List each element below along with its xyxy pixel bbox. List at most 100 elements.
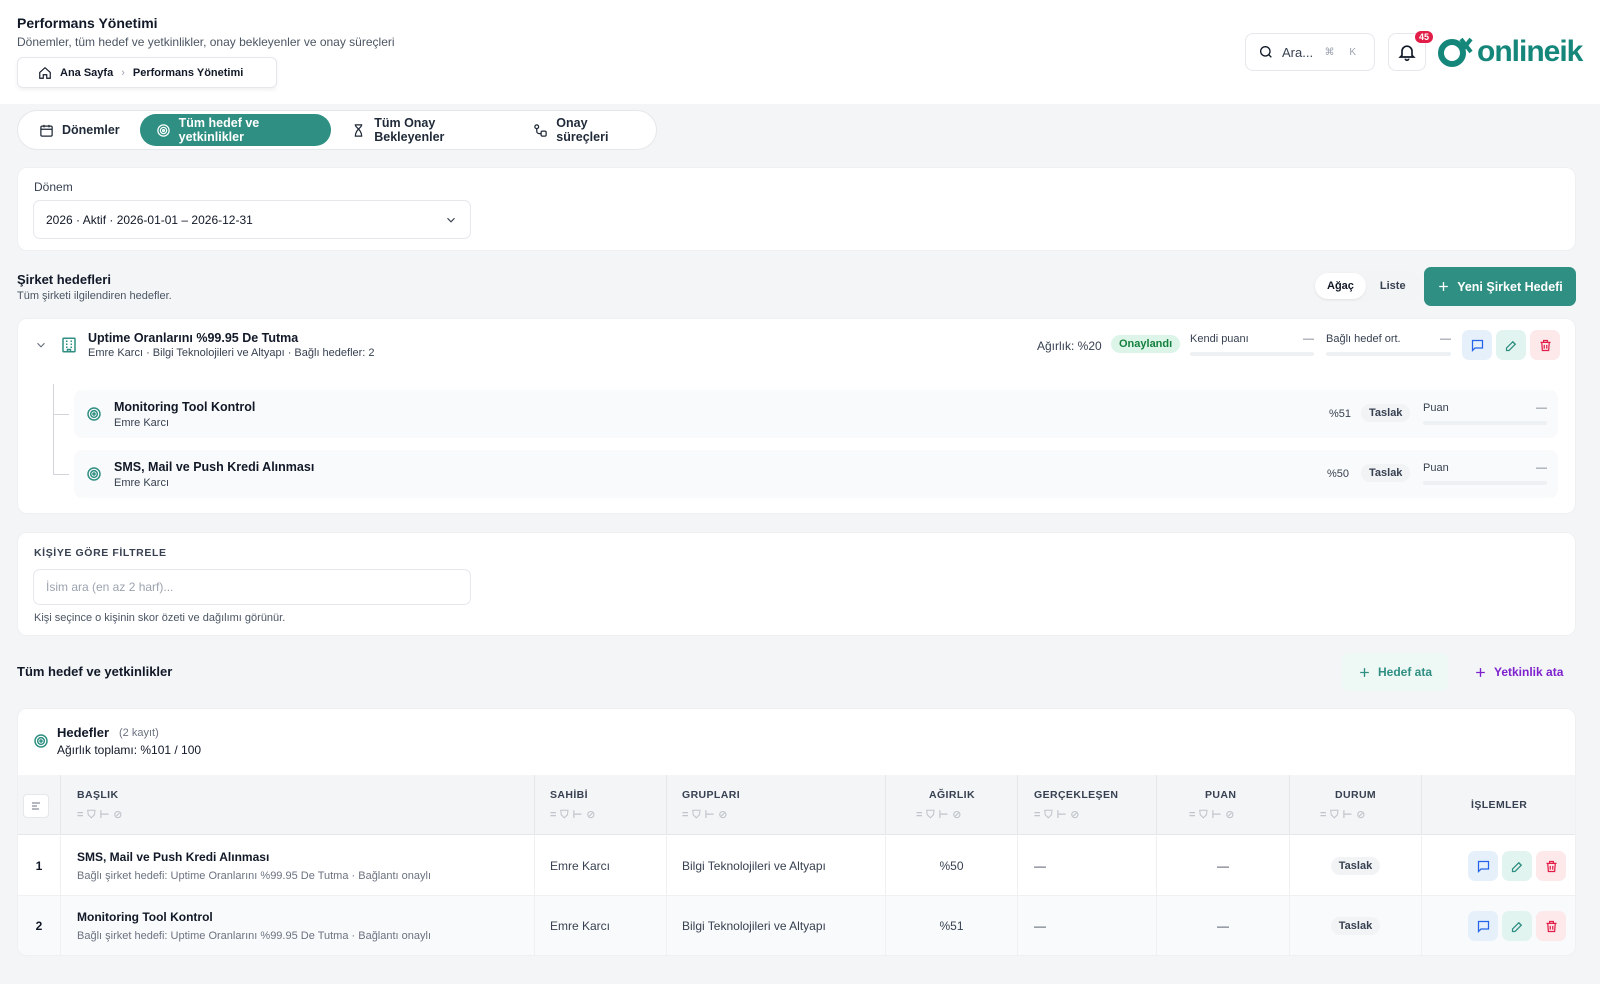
person-filter-title: KİŞİYE GÖRE FİLTRELE bbox=[34, 547, 167, 559]
column-title[interactable]: BAŞLIK = ⛉ ⊢ ⊘ bbox=[61, 775, 535, 835]
child-goal-owner: Emre Karcı bbox=[114, 417, 170, 429]
column-tools-icon: = ⛉ ⊢ ⊘ bbox=[1034, 809, 1080, 821]
row-actual: — bbox=[1018, 896, 1157, 955]
logo-mark-icon bbox=[1437, 35, 1475, 69]
column-score[interactable]: PUAN = ⛉ ⊢ ⊘ bbox=[1157, 775, 1290, 835]
company-goal-meta: Emre Karcı · Bilgi Teknolojileri ve Alty… bbox=[88, 347, 375, 359]
view-tree-button[interactable]: Ağaç bbox=[1315, 273, 1366, 299]
target-icon bbox=[86, 466, 102, 482]
person-search-placeholder: İsim ara (en az 2 harf)... bbox=[46, 580, 174, 594]
edit-icon bbox=[1504, 338, 1519, 353]
expand-chevron-icon[interactable] bbox=[34, 338, 48, 352]
menu-lines-icon bbox=[23, 794, 49, 818]
company-goals-subtitle: Tüm şirketi ilgilendiren hedefler. bbox=[17, 290, 172, 302]
child-goal-weight: %50 bbox=[1327, 468, 1350, 480]
column-groups[interactable]: GRUPLARI = ⛉ ⊢ ⊘ bbox=[667, 775, 886, 835]
column-tools-icon: = ⛉ ⊢ ⊘ bbox=[550, 809, 596, 821]
section-tabs: Dönemler Tüm hedef ve yetkinlikler Tüm O… bbox=[17, 110, 657, 150]
column-tools-icon: = ⛉ ⊢ ⊘ bbox=[916, 809, 962, 821]
column-status[interactable]: DURUM = ⛉ ⊢ ⊘ bbox=[1290, 775, 1422, 835]
row-linked-goal: Bağlı şirket hedefi: Uptime Oranlarını %… bbox=[77, 930, 432, 942]
column-label: GERÇEKLEŞEN bbox=[1034, 789, 1119, 801]
row-status-cell: Taslak bbox=[1290, 896, 1422, 955]
search-icon bbox=[1258, 44, 1274, 60]
row-group: Bilgi Teknolojileri ve Altyapı bbox=[667, 836, 886, 896]
table-row[interactable]: 1 SMS, Mail ve Push Kredi Alınması Bağlı… bbox=[18, 836, 1575, 896]
column-weight[interactable]: AĞIRLIK = ⛉ ⊢ ⊘ bbox=[886, 775, 1018, 835]
edit-button[interactable] bbox=[1496, 330, 1526, 360]
new-company-goal-button[interactable]: Yeni Şirket Hedefi bbox=[1424, 267, 1576, 306]
chevron-right-icon: › bbox=[121, 66, 125, 79]
column-label: GRUPLARI bbox=[682, 789, 741, 801]
delete-button[interactable] bbox=[1530, 330, 1560, 360]
logo-wordmark: onlineik bbox=[1477, 35, 1583, 68]
all-goals-title: Tüm hedef ve yetkinlikler bbox=[17, 664, 173, 679]
linked-average-label: Bağlı hedef ort. bbox=[1326, 333, 1401, 345]
column-label: AĞIRLIK bbox=[929, 789, 975, 801]
notifications-button[interactable]: 45 bbox=[1388, 31, 1433, 71]
linked-average-bar bbox=[1326, 352, 1451, 356]
assign-goal-button[interactable]: Hedef ata bbox=[1342, 653, 1449, 691]
status-badge: Taslak bbox=[1361, 464, 1411, 482]
tree-branch bbox=[53, 414, 69, 415]
child-score: Puan — bbox=[1423, 402, 1547, 425]
tab-periods[interactable]: Dönemler bbox=[23, 114, 136, 146]
delete-button[interactable] bbox=[1536, 851, 1566, 881]
row-title[interactable]: Monitoring Tool Kontrol bbox=[77, 910, 213, 924]
company-goal-weight: Ağırlık: %20 bbox=[1037, 339, 1102, 353]
child-goal-title: Monitoring Tool Kontrol bbox=[114, 400, 256, 414]
goals-table-count: (2 kayıt) bbox=[119, 727, 159, 739]
search-button[interactable]: Ara... ⌘ K bbox=[1245, 33, 1375, 71]
target-icon bbox=[33, 733, 49, 749]
tab-all-goals[interactable]: Tüm hedef ve yetkinlikler bbox=[139, 114, 332, 146]
table-row[interactable]: 2 Monitoring Tool Kontrol Bağlı şirket h… bbox=[18, 896, 1575, 955]
row-number: 2 bbox=[18, 896, 61, 955]
chevron-down-icon bbox=[444, 213, 458, 227]
trash-icon bbox=[1544, 859, 1559, 874]
edit-button[interactable] bbox=[1502, 911, 1532, 941]
row-title[interactable]: SMS, Mail ve Push Kredi Alınması bbox=[77, 850, 269, 864]
company-goals-title: Şirket hedefleri bbox=[17, 272, 111, 287]
comment-button[interactable] bbox=[1462, 330, 1492, 360]
goals-weight-total: Ağırlık toplamı: %101 / 100 bbox=[57, 743, 202, 757]
column-actual[interactable]: GERÇEKLEŞEN = ⛉ ⊢ ⊘ bbox=[1018, 775, 1157, 835]
delete-button[interactable] bbox=[1536, 911, 1566, 941]
tab-approval-processes[interactable]: Onay süreçleri bbox=[517, 114, 651, 146]
tab-label: Dönemler bbox=[62, 123, 120, 137]
company-goal-title[interactable]: Uptime Oranlarını %99.95 De Tutma bbox=[88, 331, 298, 345]
period-select[interactable]: 2026 · Aktif · 2026-01-01 – 2026-12-31 bbox=[33, 200, 471, 239]
child-score-bar bbox=[1423, 421, 1547, 425]
comment-button[interactable] bbox=[1468, 851, 1498, 881]
person-filter-hint: Kişi seçince o kişinin skor özeti ve dağ… bbox=[34, 612, 286, 624]
column-tools-icon: = ⛉ ⊢ ⊘ bbox=[1189, 809, 1235, 821]
column-label: SAHİBİ bbox=[550, 789, 588, 801]
trash-icon bbox=[1538, 338, 1553, 353]
column-label: İŞLEMLER bbox=[1471, 799, 1528, 811]
child-goal-row[interactable]: SMS, Mail ve Push Kredi Alınması Emre Ka… bbox=[74, 450, 1558, 498]
comment-icon bbox=[1470, 338, 1485, 353]
row-actions bbox=[1422, 836, 1575, 896]
child-score-label: Puan bbox=[1423, 402, 1449, 414]
row-number: 1 bbox=[18, 836, 61, 896]
comment-button[interactable] bbox=[1468, 911, 1498, 941]
assign-competency-button[interactable]: Yetkinlik ata bbox=[1458, 653, 1579, 691]
row-title-cell: Monitoring Tool Kontrol Bağlı şirket hed… bbox=[61, 896, 535, 955]
column-menu[interactable] bbox=[18, 775, 61, 835]
row-group: Bilgi Teknolojileri ve Altyapı bbox=[667, 896, 886, 955]
period-card: Dönem 2026 · Aktif · 2026-01-01 – 2026-1… bbox=[17, 167, 1576, 251]
linked-average: Bağlı hedef ort. — bbox=[1326, 333, 1451, 356]
top-bar: Performans Yönetimi Dönemler, tüm hedef … bbox=[0, 0, 1600, 104]
edit-button[interactable] bbox=[1502, 851, 1532, 881]
column-owner[interactable]: SAHİBİ = ⛉ ⊢ ⊘ bbox=[535, 775, 667, 835]
child-score-bar bbox=[1423, 481, 1547, 485]
tab-pending-approvals[interactable]: Tüm Onay Bekleyenler bbox=[335, 114, 513, 146]
child-goal-row[interactable]: Monitoring Tool Kontrol Emre Karcı %51 T… bbox=[74, 390, 1558, 438]
view-list-button[interactable]: Liste bbox=[1368, 273, 1418, 299]
calendar-icon bbox=[39, 123, 54, 138]
person-search-input[interactable]: İsim ara (en az 2 harf)... bbox=[33, 569, 471, 605]
row-title-cell: SMS, Mail ve Push Kredi Alınması Bağlı ş… bbox=[61, 836, 535, 896]
child-score-value: — bbox=[1536, 462, 1547, 474]
own-score-label: Kendi puanı bbox=[1190, 333, 1249, 345]
comment-icon bbox=[1476, 859, 1491, 874]
breadcrumb-home-link[interactable]: Ana Sayfa bbox=[60, 67, 113, 79]
